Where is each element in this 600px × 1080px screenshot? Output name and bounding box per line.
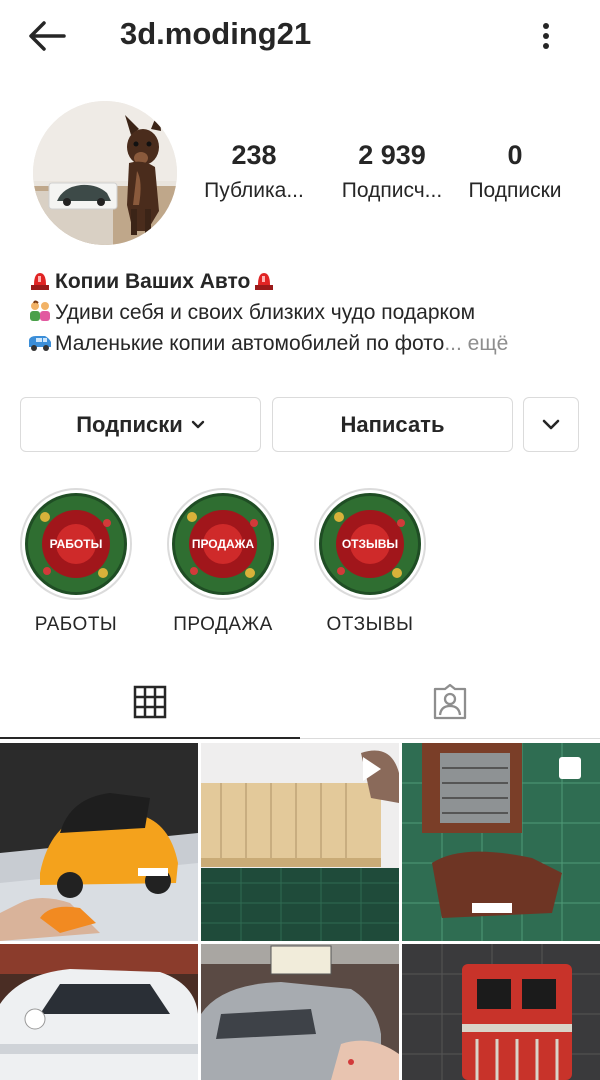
- post-thumbnail[interactable]: [201, 743, 399, 941]
- highlight-caption: ОТЗЫВЫ: [326, 614, 414, 635]
- profile-username: 3d.moding21: [120, 16, 312, 51]
- bio-line-1-text: Копии Ваших Авто: [55, 270, 251, 293]
- subscriptions-button-label: Подписки: [76, 411, 183, 437]
- grid-icon[interactable]: [133, 685, 167, 719]
- siren-icon: [31, 273, 49, 290]
- highlight-sale[interactable]: ПРОДАЖА ПРОДАЖА: [163, 488, 283, 636]
- highlight-cover: РАБОТЫ: [25, 493, 127, 595]
- bio-line-2-text: Удиви себя и своих близких чудо подарком: [55, 301, 476, 324]
- bio-line-3: Маленькие копии автомобилей по фото... е…: [28, 328, 508, 359]
- suggested-accounts-button[interactable]: [523, 397, 579, 452]
- bio-line-3-text: Маленькие копии автомобилей по фото: [55, 332, 445, 355]
- highlight-reviews[interactable]: ОТЗЫВЫ ОТЗЫВЫ: [310, 488, 430, 636]
- highlight-badge: ПРОДАЖА: [191, 537, 255, 551]
- chevron-down-icon: [542, 419, 560, 429]
- highlight-caption: РАБОТЫ: [34, 614, 118, 635]
- highlight-badge: РАБОТЫ: [49, 537, 103, 551]
- post-thumbnail[interactable]: [0, 743, 198, 941]
- highlight-badge: ОТЗЫВЫ: [341, 537, 399, 551]
- post-thumbnail[interactable]: [0, 944, 198, 1080]
- stat-followers-value: 2 939: [358, 140, 426, 170]
- stat-following-value: 0: [507, 140, 523, 170]
- stat-posts[interactable]: 238 Публика...: [189, 140, 319, 203]
- stat-posts-value: 238: [231, 140, 277, 170]
- message-button-label: Написать: [340, 411, 445, 437]
- top-bar: 3d.moding21: [0, 0, 600, 72]
- highlight-ring: ОТЗЫВЫ: [314, 488, 426, 600]
- profile-avatar[interactable]: [33, 101, 177, 245]
- minivan-icon: [29, 336, 51, 351]
- posts-grid: [0, 743, 600, 1080]
- highlight-ring: РАБОТЫ: [20, 488, 132, 600]
- chevron-down-icon: [191, 420, 204, 428]
- highlight-ring: ПРОДАЖА: [167, 488, 279, 600]
- stat-followers[interactable]: 2 939 Подписч...: [327, 140, 457, 203]
- stat-posts-label: Публика...: [204, 179, 304, 202]
- bio-line-2: Удиви себя и своих близких чудо подарком: [28, 297, 508, 328]
- profile-tabs: [0, 670, 600, 740]
- highlight-caption: ПРОДАЖА: [173, 614, 273, 635]
- post-thumbnail[interactable]: [402, 944, 600, 1080]
- highlight-works[interactable]: РАБОТЫ РАБОТЫ: [16, 488, 136, 636]
- subscriptions-button[interactable]: Подписки: [20, 397, 261, 452]
- bio-more-link[interactable]: ... ещё: [444, 332, 508, 355]
- post-thumbnail[interactable]: [402, 743, 600, 941]
- highlight-cover: ПРОДАЖА: [172, 493, 274, 595]
- post-thumbnail[interactable]: [201, 944, 399, 1080]
- bio-line-1: Копии Ваших Авто: [28, 266, 508, 297]
- tagged-person-icon[interactable]: [432, 683, 468, 721]
- highlight-cover: ОТЗЫВЫ: [319, 493, 421, 595]
- more-vertical-icon[interactable]: [530, 18, 562, 54]
- family-icon: [30, 300, 50, 321]
- stat-following-label: Подписки: [468, 179, 562, 202]
- active-tab-indicator: [0, 737, 300, 739]
- stat-followers-label: Подписч...: [341, 179, 443, 202]
- profile-bio: Копии Ваших Авто Удиви себя и своих близ…: [28, 266, 508, 359]
- siren-icon: [255, 273, 274, 290]
- stat-following[interactable]: 0 Подписки: [450, 140, 580, 203]
- arrow-left-icon[interactable]: [26, 18, 68, 54]
- message-button[interactable]: Написать: [272, 397, 513, 452]
